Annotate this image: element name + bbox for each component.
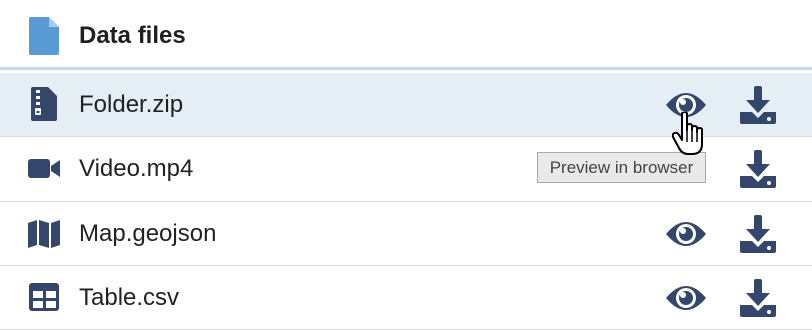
file-archive-icon bbox=[31, 87, 57, 121]
file-name: Map.geojson bbox=[79, 220, 217, 247]
eye-icon[interactable] bbox=[664, 280, 708, 316]
file-icon bbox=[29, 17, 59, 55]
panel-title: Data files bbox=[79, 22, 186, 49]
file-row-video-mp4[interactable]: Video.mp4 Preview in browser bbox=[0, 137, 812, 202]
eye-icon[interactable] bbox=[664, 87, 708, 123]
file-name: Table.csv bbox=[79, 284, 180, 311]
video-icon bbox=[28, 159, 60, 178]
file-row-folder-zip[interactable]: Folder.zip bbox=[0, 73, 812, 137]
table-icon bbox=[29, 283, 59, 311]
download-icon[interactable] bbox=[740, 215, 776, 253]
file-row-table-csv[interactable]: Table.csv bbox=[0, 266, 812, 330]
map-icon bbox=[28, 220, 60, 248]
download-icon[interactable] bbox=[740, 279, 776, 317]
file-name: Folder.zip bbox=[79, 91, 184, 118]
data-files-panel: Data files Folder.zip Video.mp4 Preview … bbox=[0, 0, 812, 330]
panel-header: Data files bbox=[0, 0, 812, 70]
download-icon[interactable] bbox=[740, 86, 776, 124]
download-icon[interactable] bbox=[740, 150, 776, 188]
file-row-map-geojson[interactable]: Map.geojson bbox=[0, 202, 812, 266]
preview-tooltip: Preview in browser bbox=[537, 152, 706, 183]
eye-icon[interactable] bbox=[664, 216, 708, 252]
file-name: Video.mp4 bbox=[79, 155, 194, 182]
